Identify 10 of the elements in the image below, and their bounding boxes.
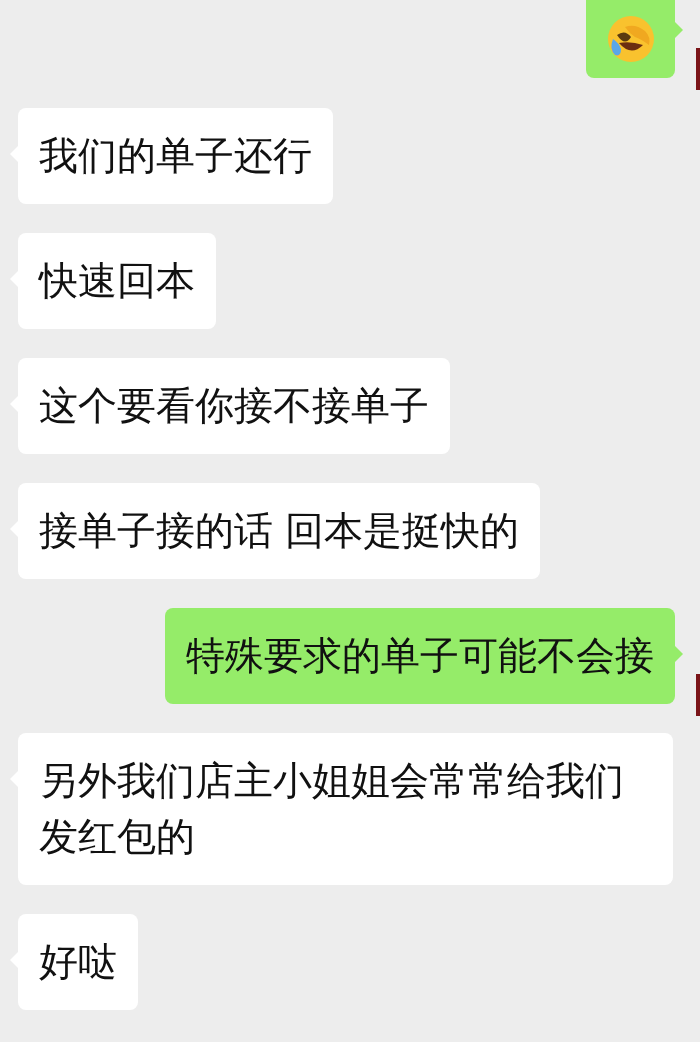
message-bubble: 我们的单子还行 <box>18 108 333 204</box>
message-bubble: 特殊要求的单子可能不会接 <box>165 608 675 704</box>
message-bubble: 好哒 <box>18 914 138 1010</box>
bubble-tail <box>675 646 683 662</box>
message-bubble: 这个要看你接不接单子 <box>18 358 450 454</box>
avatar <box>696 674 700 716</box>
avatar <box>696 48 700 90</box>
message-bubble: 接单子接的话 回本是挺快的 <box>18 483 541 579</box>
message-bubble: 快速回本 <box>18 233 216 329</box>
message-bubble: 另外我们店主小姐姐会常常给我们发红包的 <box>18 733 673 885</box>
